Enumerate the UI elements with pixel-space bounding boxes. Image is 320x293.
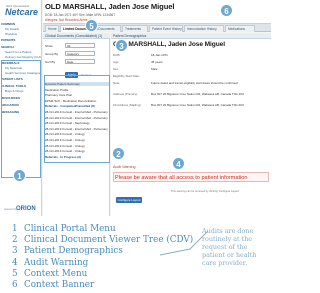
callout-marker-1: 1 [13,169,26,182]
menu-section-common[interactable]: COMMON [1,22,41,26]
callout-marker-4: 4 [172,157,185,170]
screenshot-area: NHS Queensland Netcare COMMON My Details W… [0,0,271,216]
demographics-patient-name: OLD MARSHALL, Jaden Jose Miguel [113,41,225,48]
note-arrow-icon [159,230,209,256]
demographics-value: Future dated and transit eligibility sta… [151,81,238,85]
demographics-row: Eligibility Start Date: [113,74,271,79]
audit-side-note: Audits are done routinely at the request… [202,227,257,267]
legend-item-label: Context Banner [24,280,95,290]
legend-item-number: 3 [12,246,18,257]
tab-home[interactable]: Home [45,25,59,32]
demographics-header: Patient Demographics [111,33,271,39]
powered-by-logo: powered by ORION [2,206,40,214]
legend-item-number: 2 [12,235,18,246]
callout-marker-5: 5 [85,19,98,32]
legend-item: 5 Context Menu [12,269,192,280]
tab-immunization-history[interactable]: Immunization History [184,25,224,32]
menu-item[interactable]: Delivery Get Registry (CLM) [5,55,41,59]
callout-marker-3: 3 [115,39,128,52]
legend: 1 Clinical Portal Menu 2 Clinical Document … [0,219,271,293]
audit-warning-title: Audit Warning [113,165,136,169]
demographics-value: 45 years [151,60,163,64]
demographics-key: Eligibility Start Date: [113,74,140,78]
demographics-row: Age: 45 years [113,60,271,65]
menu-item[interactable]: My Details [5,27,41,31]
legend-item-number: 4 [12,257,18,268]
demographics-value: Box 007 20 Bigstone Cree Nation Rd, Waba… [151,92,244,96]
demographics-value: Box 007 20 Bigstone Cree Nation Rd, Waba… [151,103,244,107]
legend-item-label: Patient Demographics [24,246,123,257]
menu-item[interactable]: Worklists [5,32,41,36]
demographics-value: Male [151,67,158,71]
filter-label: Sort By [45,60,56,64]
demographics-row: Sex: Male [113,67,271,72]
demographics-key: Address (Primary): [113,92,139,96]
filter-select[interactable]: All [65,43,95,48]
highlight-cdv [44,75,110,163]
callout-marker-6: 6 [220,4,233,17]
context-menu-tabs: Home Limited Documents All Documents Treatm… [43,24,271,32]
banner-patient-alerts[interactable]: Allergies: Not Recorded Alerts: 1 [45,18,91,22]
audit-warning-message: Please be aware that all access to patie… [115,175,248,181]
callout-marker-2: 2 [112,147,125,160]
demographics-key: Age: [113,60,120,64]
demographics-value: 18-Jan-1971 [151,53,168,57]
orion-logo: ORION [16,206,36,212]
demographics-row: Alt Address (Mailing): Box 007 20 Bigston… [113,103,271,108]
banner-patient-name: OLD MARSHALL, Jaden Jose Miguel [45,2,175,11]
banner-patient-details: DOB: 18-Jan-1971 45Y Sex: Male URN: 1234… [45,13,116,17]
cdv-header: Clinical Documents (Consolidated) (1) [43,33,110,39]
context-banner: OLD MARSHALL, Jaden Jose Miguel DOB: 18-… [43,0,271,24]
legend-item: 6 Context Banner [12,280,192,291]
legend-item-label: Audit Warning [24,257,89,268]
legend-item-number: 6 [12,280,18,290]
legend-item-label: Clinical Portal Menu [24,224,116,234]
tab-medications[interactable]: Medications [225,25,255,32]
tab-patient-event-history[interactable]: Patient Event History [149,25,183,32]
filter-select[interactable]: Category [65,51,95,56]
menu-item[interactable]: Search for a Patient [5,50,41,54]
demographics-key: DOB: [113,53,121,57]
demographics-row: Note: Future dated and transit eligibilit… [113,81,271,86]
powered-by-text: powered by [4,208,17,211]
menu-section-patients[interactable]: PATIENTS [1,38,41,42]
tab-treatments[interactable]: Treatments [122,25,148,32]
legend-item-number: 5 [12,268,18,279]
patient-demographics-pane: Patient Demographics OLD MARSHALL, Jaden… [111,33,271,216]
demographics-row: DOB: 18-Jan-1971 [113,53,271,58]
filter-select[interactable]: Date [65,59,95,64]
legend-item-number: 1 [12,224,18,234]
demographics-row: Address (Primary): Box 007 20 Bigstone Cr… [113,92,271,97]
brand-logo[interactable]: NHS Queensland Netcare [2,4,40,18]
demographics-key: Sex: [113,67,120,71]
filter-label: Group By [45,52,59,56]
legend-item: 4 Audit Warning [12,258,192,269]
demographics-key: Alt Address (Mailing): [113,103,142,107]
audit-warning-note: This warning can be removed by clicking … [171,190,240,193]
menu-section-search[interactable]: SEARCH [1,45,41,49]
legend-item-label: Context Menu [24,268,88,279]
highlight-portal-menu [1,60,41,178]
filter-label: Show [45,44,53,48]
configure-layout-button[interactable]: Configure Layout [116,197,142,203]
brand-name: Netcare [5,7,39,17]
demographics-key: Note: [113,81,121,85]
